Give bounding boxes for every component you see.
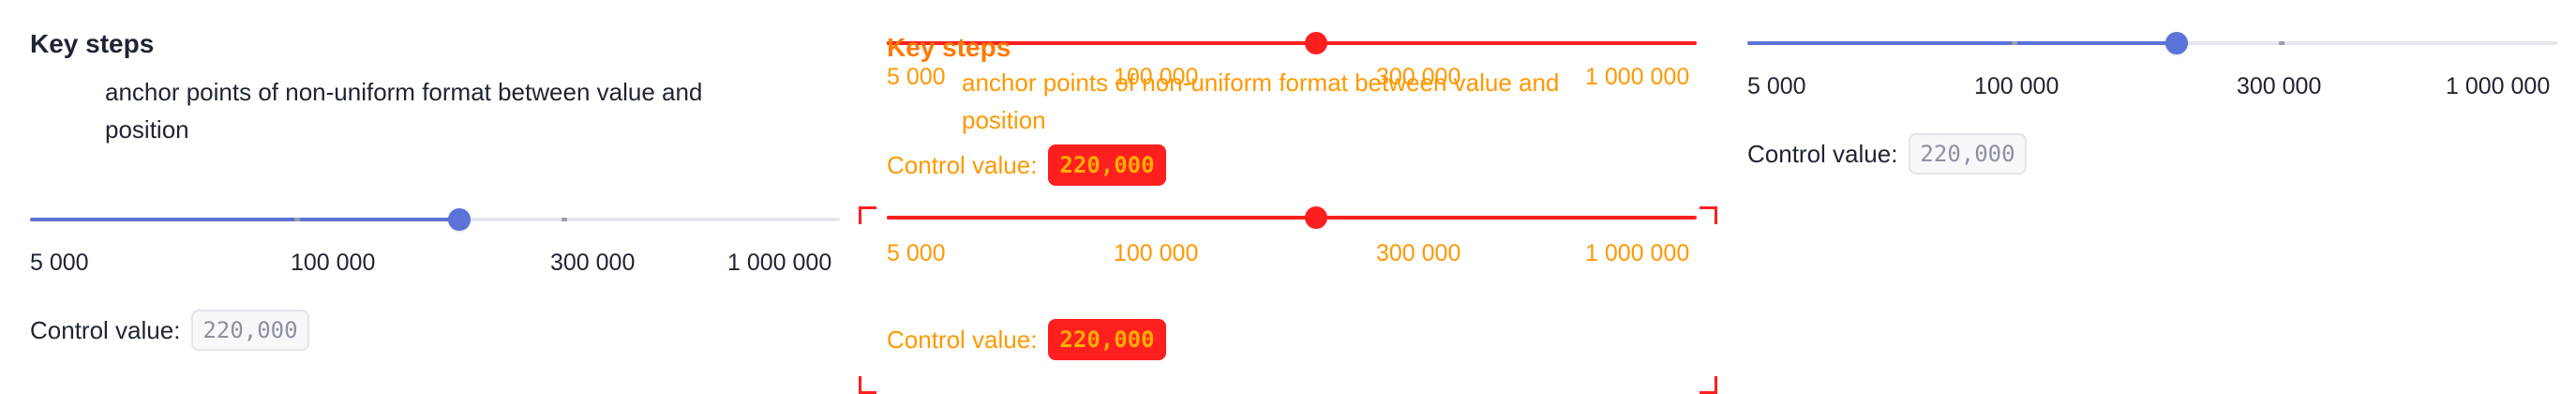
right-control-value-row: Control value: 220,000	[1747, 133, 2557, 174]
overlay-control-row-bottom: Control value: 220,000	[887, 319, 1166, 360]
middle-panel: Key steps anchor points of non-uniform f…	[859, 0, 1717, 394]
right-panel: 5 000 100 000 300 000 1 000 000 Control …	[1717, 0, 2576, 394]
slider-labels: 5 000 100 000 300 000 1 000 000	[30, 251, 840, 285]
frame-corner-bottom-left	[859, 376, 876, 394]
overlay-bottom-label-300k: 300 000	[1376, 240, 1461, 266]
right-slider-label-min: 5 000	[1747, 73, 1806, 99]
overlay-top-label-100k: 100 000	[1114, 64, 1199, 90]
key-steps-description: anchor points of non-uniform format betw…	[105, 77, 703, 144]
overlay-key-steps-title: Key steps	[887, 33, 1011, 62]
overlay-top-label-min: 5 000	[887, 64, 946, 90]
key-steps-section: Key steps anchor points of non-uniform f…	[30, 28, 761, 148]
slider-label-300k: 300 000	[550, 250, 636, 276]
overlay-control-label-top: Control value:	[887, 151, 1038, 179]
slider-track-container[interactable]	[30, 197, 840, 242]
overlay-top-labels: 5 000 100 000 300 000 1 000 000	[887, 64, 1697, 98]
overlay-control-row-top: Control value: 220,000	[887, 144, 1166, 186]
slider-fill	[30, 218, 459, 221]
frame-corner-top-left	[859, 206, 876, 224]
slider-label-100k: 100 000	[291, 250, 376, 276]
right-slider-tick-1	[2012, 41, 2018, 45]
overlay-bottom-slider[interactable]	[887, 195, 1697, 240]
right-slider-tick-2	[2279, 41, 2285, 45]
overlay-bottom-label-100k: 100 000	[1114, 240, 1199, 266]
control-value-label: Control value:	[30, 316, 181, 344]
overlay-bottom-label-min: 5 000	[887, 240, 946, 266]
overlay-bottom-track-container[interactable]	[887, 195, 1697, 240]
overlay-bottom-label-max: 1 000 000	[1585, 240, 1690, 266]
right-slider-fill	[1747, 41, 2177, 45]
slider-tick-1	[294, 218, 301, 221]
overlay-top-label-300k: 300 000	[1376, 64, 1461, 90]
overlay-bottom-labels: 5 000 100 000 300 000 1 000 000	[887, 240, 1697, 274]
overlay-top-label-max: 1 000 000	[1585, 64, 1690, 90]
slider-tick-2	[562, 218, 568, 221]
overlay-top-thumb[interactable]	[1304, 32, 1327, 54]
right-control-value-label: Control value:	[1747, 140, 1898, 168]
slider-thumb[interactable]	[447, 208, 471, 231]
left-panel: Key steps anchor points of non-uniform f…	[0, 0, 859, 394]
control-value-display: 220,000	[191, 310, 309, 351]
right-slider-label-100k: 100 000	[1974, 73, 2059, 99]
right-slider-label-300k: 300 000	[2237, 73, 2322, 99]
right-slider-labels: 5 000 100 000 300 000 1 000 000	[1747, 75, 2557, 109]
range-slider[interactable]: 5 000 100 000 300 000 1 000 000 Control …	[30, 197, 840, 351]
right-slider-thumb[interactable]	[2164, 32, 2188, 54]
overlay-bottom-fill	[887, 216, 1316, 220]
overlay-bottom-thumb[interactable]	[1304, 206, 1327, 229]
overlay-control-value-bottom: 220,000	[1048, 319, 1166, 360]
frame-corner-bottom-right	[1700, 376, 1717, 394]
right-slider-label-max: 1 000 000	[2446, 73, 2551, 99]
slider-label-max: 1 000 000	[727, 250, 832, 276]
overlay-control-label-bottom: Control value:	[887, 326, 1038, 354]
overlay-control-value-top: 220,000	[1048, 144, 1166, 186]
right-slider-track-container[interactable]	[1747, 21, 2557, 66]
control-value-row: Control value: 220,000	[30, 310, 840, 351]
key-steps-title: Key steps	[30, 29, 155, 58]
frame-corner-top-right	[1700, 206, 1717, 224]
slider-demo-screen: Key steps anchor points of non-uniform f…	[0, 0, 2576, 394]
right-control-value-display: 220,000	[1909, 133, 2027, 174]
right-range-slider[interactable]: 5 000 100 000 300 000 1 000 000 Control …	[1747, 21, 2557, 174]
slider-label-min: 5 000	[30, 250, 89, 276]
